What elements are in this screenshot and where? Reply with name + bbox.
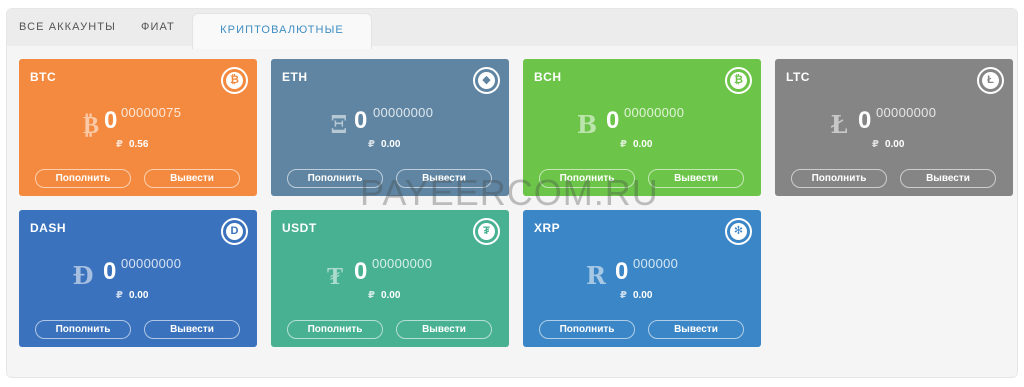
tab-all-accounts[interactable]: ВСЕ АККАУНТЫ — [19, 9, 116, 46]
tab-fiat[interactable]: ФИАТ — [141, 9, 175, 46]
balance-amount: 0 — [615, 258, 629, 285]
balance-amount: 0 — [858, 107, 872, 134]
account-card-xrp: XRP ✻ R 0 000000 ₽0.00 Пополнить Вывести — [523, 210, 761, 347]
account-card-btc: BTC ₿ ₿ 0 00000075 ₽0.56 Пополнить Вывес… — [19, 59, 257, 196]
rub-value: 0.56 — [128, 139, 149, 150]
withdraw-button[interactable]: Вывести — [396, 320, 492, 339]
dash-icon: D — [221, 218, 248, 245]
rub-equivalent: ₽0.00 — [620, 139, 652, 150]
badge-glyph: ✻ — [730, 223, 747, 240]
badge-glyph: D — [226, 223, 243, 240]
account-card-usdt: USDT ₮ ₮ 0 00000000 ₽0.00 Пополнить Выве… — [271, 210, 509, 347]
badge-glyph: ₮ — [478, 223, 495, 240]
deposit-button[interactable]: Пополнить — [287, 169, 383, 188]
balance-decimals: 00000000 — [373, 105, 434, 120]
currency-symbol: Ξ — [330, 110, 348, 139]
withdraw-button[interactable]: Вывести — [900, 169, 996, 188]
tab-crypto[interactable]: КРИПТОВАЛЮТНЫЕ — [192, 13, 372, 49]
ethereum-icon: ◆ — [473, 67, 500, 94]
currency-code: LTC — [786, 70, 810, 84]
deposit-button[interactable]: Пополнить — [35, 320, 131, 339]
tab-bar: ВСЕ АККАУНТЫ ФИАТ КРИПТОВАЛЮТНЫЕ — [7, 9, 1017, 49]
currency-symbol: Đ — [72, 261, 94, 290]
rub-sign: ₽ — [368, 290, 375, 301]
currency-code: BCH — [534, 70, 562, 84]
rub-sign: ₽ — [368, 139, 375, 150]
withdraw-button[interactable]: Вывести — [648, 169, 744, 188]
balance-decimals: 00000000 — [372, 256, 433, 271]
rub-sign: ₽ — [116, 290, 123, 301]
balance-decimals: 00000000 — [121, 256, 182, 271]
rub-value: 0.00 — [128, 290, 149, 301]
bitcoin-cash-icon: ₿ — [725, 67, 752, 94]
rub-sign: ₽ — [872, 139, 879, 150]
balance-decimals: 00000000 — [624, 105, 685, 120]
currency-code: USDT — [282, 221, 317, 235]
badge-glyph: ₿ — [730, 72, 747, 89]
rub-equivalent: ₽0.00 — [368, 290, 400, 301]
balance-amount: 0 — [104, 107, 118, 134]
litecoin-icon: Ł — [977, 67, 1004, 94]
withdraw-button[interactable]: Вывести — [396, 169, 492, 188]
rub-equivalent: ₽0.00 — [116, 290, 148, 301]
currency-symbol: B — [576, 110, 598, 139]
badge-glyph: Ł — [982, 72, 999, 89]
deposit-button[interactable]: Пополнить — [287, 320, 383, 339]
account-card-ltc: LTC Ł Ł 0 00000000 ₽0.00 Пополнить Вывес… — [775, 59, 1013, 196]
withdraw-button[interactable]: Вывести — [648, 320, 744, 339]
rub-sign: ₽ — [620, 290, 627, 301]
withdraw-button[interactable]: Вывести — [144, 320, 240, 339]
balance-amount: 0 — [606, 107, 620, 134]
withdraw-button[interactable]: Вывести — [144, 169, 240, 188]
currency-code: BTC — [30, 70, 57, 84]
account-card-dash: DASH D Đ 0 00000000 ₽0.00 Пополнить Выве… — [19, 210, 257, 347]
rub-value: 0.00 — [632, 290, 653, 301]
account-card-bch: BCH ₿ B 0 00000000 ₽0.00 Пополнить Вывес… — [523, 59, 761, 196]
rub-value: 0.00 — [380, 139, 401, 150]
account-card-eth: ETH ◆ Ξ 0 00000000 ₽0.00 Пополнить Вывес… — [271, 59, 509, 196]
bitcoin-icon: ₿ — [221, 67, 248, 94]
deposit-button[interactable]: Пополнить — [539, 169, 635, 188]
ripple-icon: ✻ — [725, 218, 752, 245]
currency-symbol: R — [586, 261, 606, 290]
rub-equivalent: ₽0.00 — [872, 139, 904, 150]
rub-equivalent: ₽0.00 — [368, 139, 400, 150]
rub-sign: ₽ — [620, 139, 627, 150]
rub-equivalent: ₽0.56 — [116, 139, 148, 150]
rub-value: 0.00 — [632, 139, 653, 150]
balance-amount: 0 — [354, 107, 368, 134]
balance-amount: 0 — [103, 258, 117, 285]
currency-symbol: ₮ — [326, 261, 343, 290]
badge-glyph: ₿ — [226, 72, 243, 89]
balance-amount: 0 — [354, 258, 368, 285]
deposit-button[interactable]: Пополнить — [539, 320, 635, 339]
deposit-button[interactable]: Пополнить — [35, 169, 131, 188]
currency-code: ETH — [282, 70, 308, 84]
rub-value: 0.00 — [380, 290, 401, 301]
currency-symbol: ₿ — [82, 110, 99, 139]
currency-symbol: Ł — [830, 110, 848, 139]
balance-decimals: 000000 — [633, 256, 679, 271]
currency-code: DASH — [30, 221, 67, 235]
rub-equivalent: ₽0.00 — [620, 290, 652, 301]
rub-value: 0.00 — [884, 139, 905, 150]
tether-icon: ₮ — [473, 218, 500, 245]
currency-code: XRP — [534, 221, 561, 235]
deposit-button[interactable]: Пополнить — [791, 169, 887, 188]
balance-decimals: 00000075 — [121, 105, 182, 120]
badge-glyph: ◆ — [478, 72, 495, 89]
balance-decimals: 00000000 — [876, 105, 937, 120]
rub-sign: ₽ — [116, 139, 123, 150]
